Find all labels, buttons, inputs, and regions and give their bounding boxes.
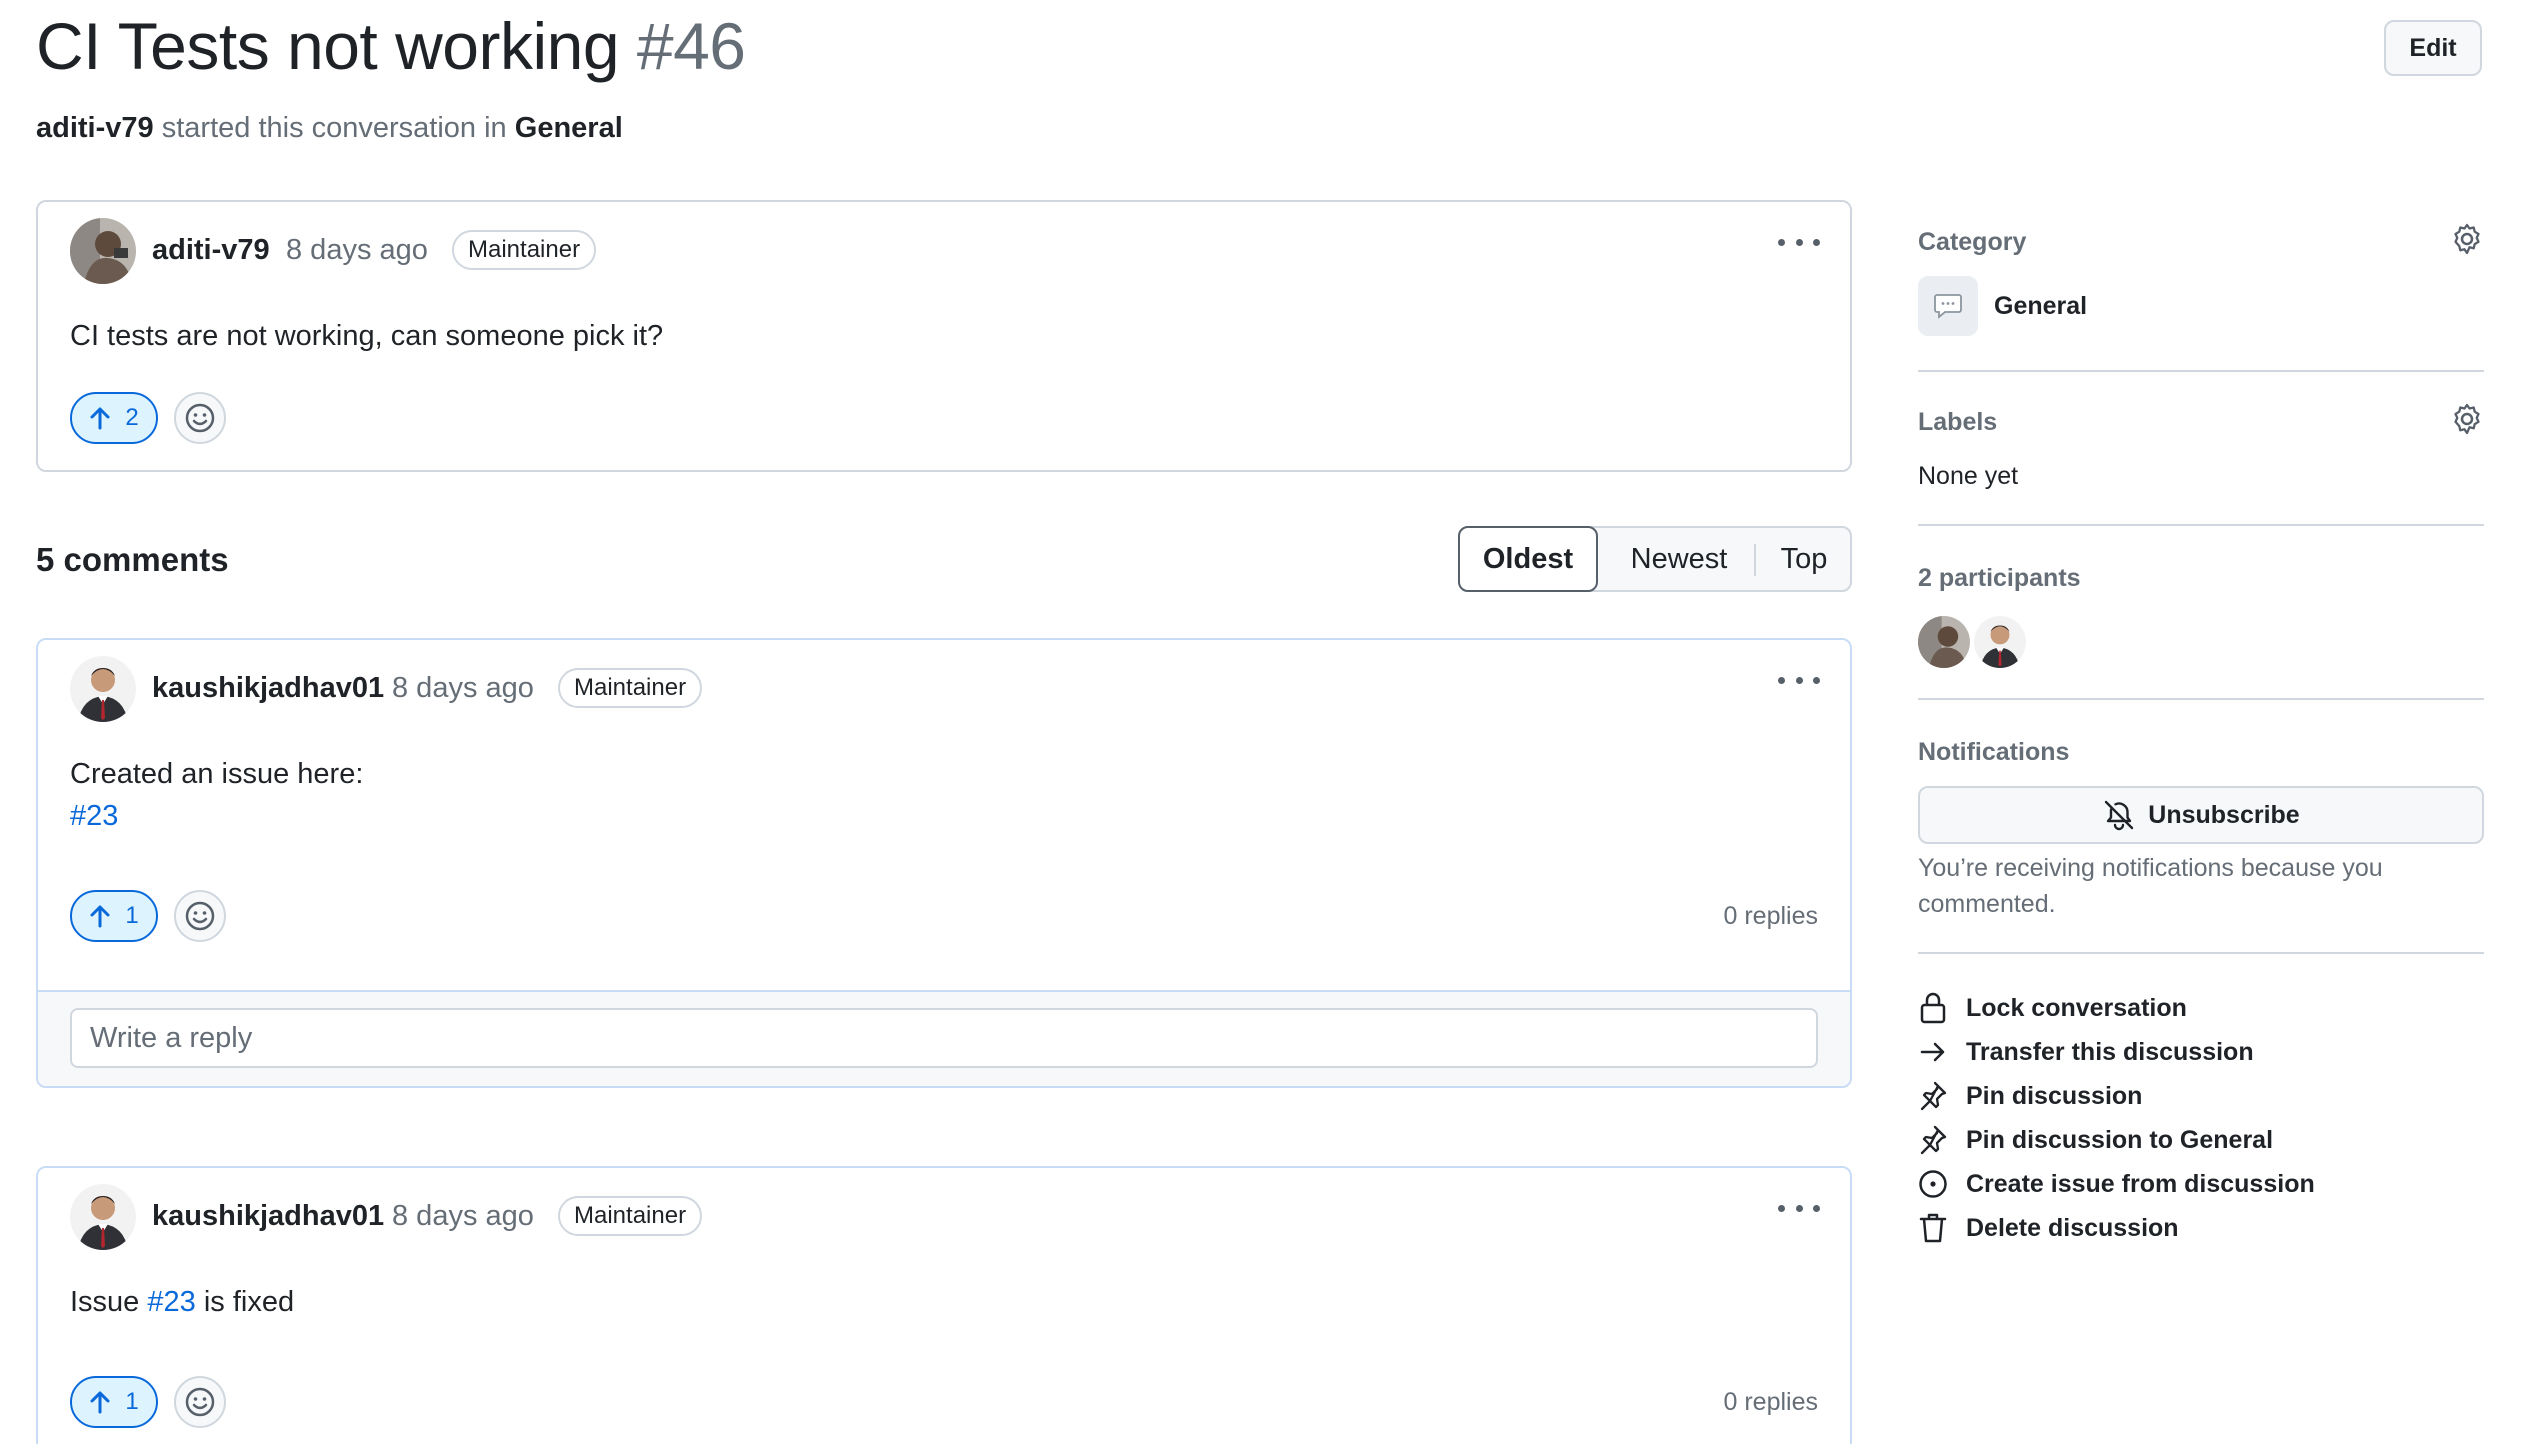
category-value[interactable]: General: [1994, 292, 2087, 321]
started-text: started this conversation in: [161, 112, 507, 144]
sidebar-divider: [1918, 370, 2484, 372]
delete-discussion-action[interactable]: Delete discussion: [1918, 1210, 2179, 1246]
comment-card: kaushikjadhav01 8 days ago Maintainer Cr…: [36, 638, 1852, 1088]
role-badge: Maintainer: [452, 230, 597, 270]
more-options-icon[interactable]: [1778, 1196, 1820, 1220]
arrow-up-icon: [90, 905, 110, 928]
post-author[interactable]: aditi-v79: [152, 234, 270, 267]
discussion-subtitle: aditi-v79 started this conversation in G…: [36, 112, 623, 145]
arrow-up-icon: [90, 1391, 110, 1414]
comment-author[interactable]: kaushikjadhav01: [152, 1200, 384, 1233]
lock-conversation-action[interactable]: Lock conversation: [1918, 990, 2187, 1026]
bell-slash-icon: [2105, 800, 2134, 831]
upvote-count: 1: [125, 1388, 139, 1415]
action-label: Transfer this discussion: [1966, 1037, 2254, 1066]
pin-icon: [1920, 1081, 1947, 1111]
smiley-icon: [185, 901, 215, 931]
unsubscribe-label: Unsubscribe: [2148, 800, 2300, 829]
speech-bubble-icon: [1918, 276, 1978, 336]
action-label: Delete discussion: [1966, 1213, 2179, 1242]
notification-reason: You’re receiving notifications because y…: [1918, 854, 2383, 918]
sidebar-divider: [1918, 524, 2484, 526]
action-label: Create issue from discussion: [1966, 1169, 2315, 1198]
lock-icon: [1920, 992, 1946, 1024]
labels-heading: Labels: [1918, 408, 1998, 436]
comment-body: Issue #23 is fixed: [70, 1286, 294, 1319]
role-badge: Maintainer: [558, 1196, 703, 1236]
discussion-category-link[interactable]: General: [515, 112, 623, 144]
pin-to-category-action[interactable]: Pin discussion to General: [1918, 1122, 2273, 1158]
discussion-title-text: CI Tests not working: [36, 9, 620, 83]
original-post: aditi-v79 8 days ago Maintainer CI tests…: [36, 200, 1852, 472]
pin-icon: [1920, 1125, 1947, 1155]
comments-count: 5 comments: [36, 541, 229, 578]
upvote-button[interactable]: 1: [70, 1376, 158, 1428]
comment-time[interactable]: 8 days ago: [392, 1200, 534, 1233]
sidebar-divider: [1918, 698, 2484, 700]
avatar[interactable]: [70, 218, 136, 284]
action-label: Pin discussion: [1966, 1081, 2143, 1110]
issue-link[interactable]: #23: [147, 1286, 195, 1318]
sort-top-button[interactable]: Top: [1756, 526, 1852, 592]
action-label: Pin discussion to General: [1966, 1125, 2274, 1154]
avatar[interactable]: [70, 656, 136, 722]
unsubscribe-button[interactable]: Unsubscribe: [1918, 786, 2484, 844]
trash-icon: [1919, 1213, 1947, 1243]
reply-area: Write a reply: [38, 990, 1850, 1086]
post-time[interactable]: 8 days ago: [286, 234, 428, 267]
comment-text-after: is fixed: [203, 1286, 295, 1318]
upvote-count: 1: [125, 902, 139, 929]
participant-avatar[interactable]: [1974, 616, 2026, 668]
comment-author[interactable]: kaushikjadhav01: [152, 672, 384, 705]
sort-oldest-button[interactable]: Oldest: [1458, 526, 1598, 592]
avatar[interactable]: [70, 1184, 136, 1250]
upvote-count: 2: [125, 404, 139, 431]
post-body: CI tests are not working, can someone pi…: [70, 320, 664, 352]
comment-body-line: Created an issue here:: [70, 758, 364, 790]
edit-button[interactable]: Edit: [2384, 20, 2482, 76]
comment-sort-group: Oldest Newest Top: [1458, 526, 1852, 592]
reply-count: 0 replies: [1723, 902, 1819, 930]
add-reaction-button[interactable]: [174, 1376, 226, 1428]
discussion-page: CI Tests not working #46 aditi-v79 start…: [0, 0, 2522, 1444]
comment-text-before: Issue: [70, 1286, 140, 1318]
participants-heading: 2 participants: [1918, 564, 2081, 592]
notifications-heading: Notifications: [1918, 738, 2070, 766]
transfer-discussion-action[interactable]: Transfer this discussion: [1918, 1034, 2254, 1070]
action-label: Lock conversation: [1966, 993, 2187, 1022]
participant-avatar[interactable]: [1918, 616, 1970, 668]
more-options-icon[interactable]: [1778, 668, 1820, 692]
arrow-up-icon: [90, 407, 110, 430]
smiley-icon: [185, 403, 215, 433]
discussion-title: CI Tests not working #46: [36, 8, 746, 84]
reply-input[interactable]: Write a reply: [70, 1008, 1818, 1068]
discussion-author-link[interactable]: aditi-v79: [36, 112, 154, 144]
issue-opened-icon: [1919, 1170, 1947, 1198]
role-badge: Maintainer: [558, 668, 703, 708]
discussion-number: #46: [636, 9, 746, 83]
issue-link[interactable]: #23: [70, 800, 118, 833]
more-options-icon[interactable]: [1778, 230, 1820, 254]
upvote-button[interactable]: 2: [70, 392, 158, 444]
smiley-icon: [185, 1387, 215, 1417]
create-issue-action[interactable]: Create issue from discussion: [1918, 1166, 2315, 1202]
sidebar-divider: [1918, 952, 2484, 954]
gear-icon[interactable]: [2450, 402, 2484, 436]
sort-newest-button[interactable]: Newest: [1602, 526, 1756, 592]
comment-time[interactable]: 8 days ago: [392, 672, 534, 705]
add-reaction-button[interactable]: [174, 392, 226, 444]
pin-discussion-action[interactable]: Pin discussion: [1918, 1078, 2142, 1114]
comment-card: kaushikjadhav01 8 days ago Maintainer Is…: [36, 1166, 1852, 1444]
category-heading: Category: [1918, 228, 2027, 256]
arrow-right-icon: [1920, 1042, 1945, 1062]
upvote-button[interactable]: 1: [70, 890, 158, 942]
gear-icon[interactable]: [2450, 222, 2484, 256]
add-reaction-button[interactable]: [174, 890, 226, 942]
reply-count: 0 replies: [1723, 1388, 1819, 1416]
labels-value: None yet: [1918, 462, 2019, 490]
